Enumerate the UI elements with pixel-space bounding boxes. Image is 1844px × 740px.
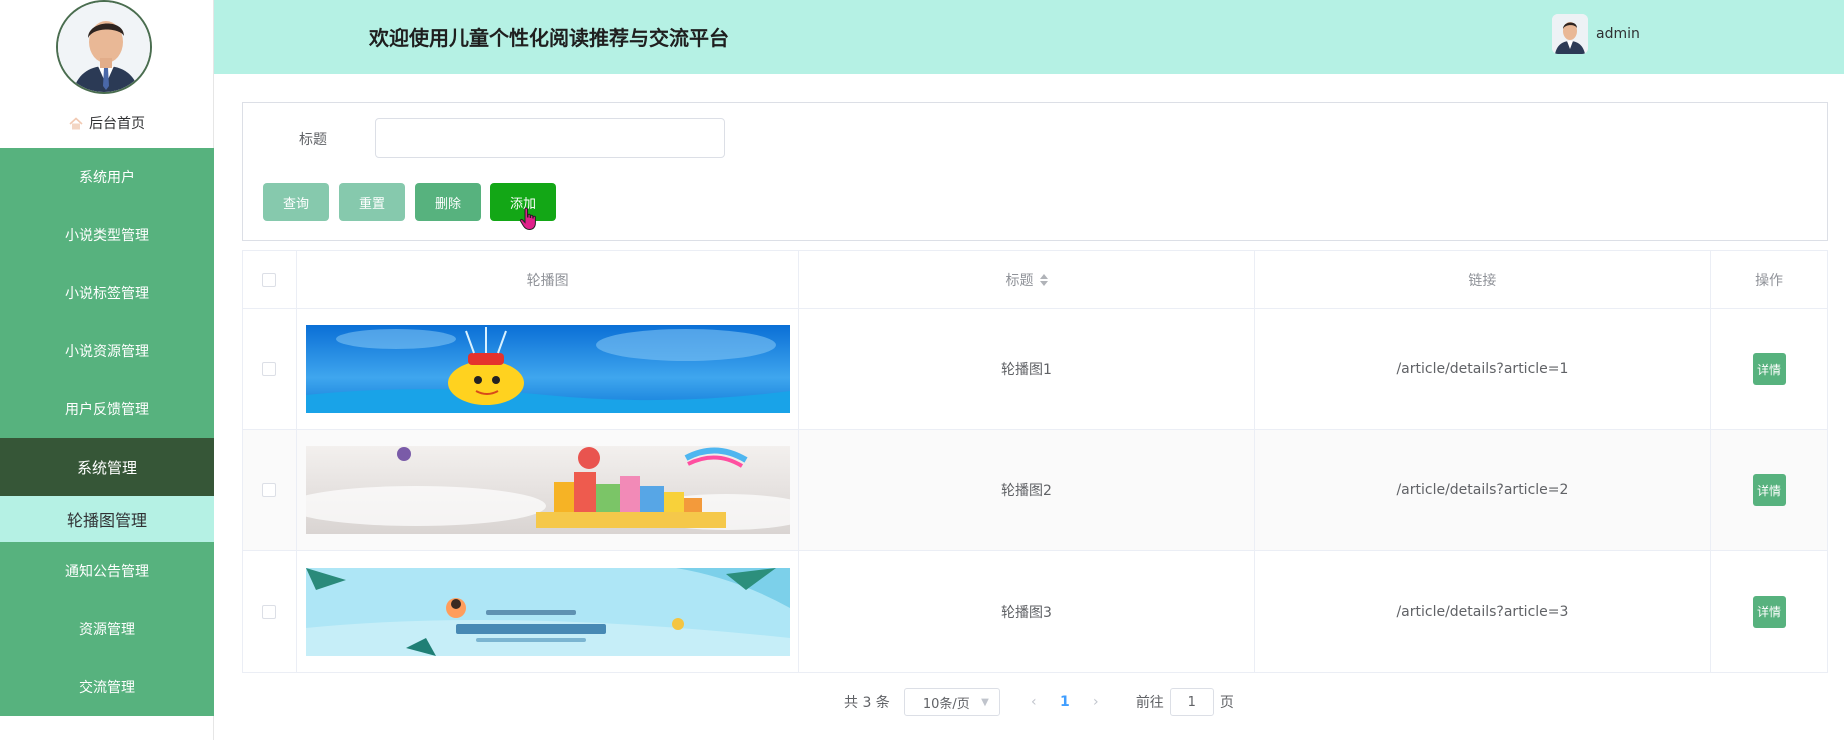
- sidebar-item-label: 系统管理: [76, 458, 137, 477]
- carousel-image-cell: [297, 309, 800, 429]
- sidebar-item-system-users[interactable]: 系统用户: [0, 148, 214, 206]
- select-all-checkbox[interactable]: [262, 272, 277, 287]
- row-checkbox[interactable]: [262, 362, 277, 376]
- row-select-cell: [243, 551, 297, 672]
- page-title: 欢迎使用儿童个性化阅读推荐与交流平台: [369, 26, 729, 50]
- page-size-value: 10条/页: [922, 696, 970, 712]
- title-filter-input[interactable]: [375, 118, 725, 158]
- search-panel: 标题 查询 重置 删除 添加: [242, 102, 1828, 241]
- page-jump: 前往 页: [1136, 688, 1234, 716]
- carousel-banner-image[interactable]: [305, 567, 790, 656]
- detail-button[interactable]: 详情: [1752, 353, 1786, 385]
- sidebar-item-label: 资源管理: [79, 622, 135, 638]
- row-title: 轮播图1: [799, 309, 1255, 429]
- row-operation-cell: 详情: [1711, 430, 1827, 550]
- row-checkbox[interactable]: [262, 483, 277, 497]
- avatar[interactable]: [1552, 14, 1588, 54]
- chevron-left-icon[interactable]: ‹: [1020, 688, 1048, 716]
- sidebar-item-system-management[interactable]: 系统管理: [0, 438, 214, 496]
- sidebar-item-label: 小说标签管理: [65, 286, 149, 302]
- row-operation-cell: 详情: [1711, 551, 1827, 672]
- row-title: 轮播图3: [799, 551, 1255, 672]
- row-select-cell: [243, 430, 297, 550]
- sidebar: 后台首页 系统用户 小说类型管理 小说标签管理 小说资源管理 用户反馈管理 系统…: [0, 0, 214, 740]
- sidebar-item-novel-types[interactable]: 小说类型管理: [0, 206, 214, 264]
- sidebar-home-label: 后台首页: [89, 116, 145, 132]
- row-operation-cell: 详情: [1711, 309, 1827, 429]
- sidebar-item-label: 轮播图管理: [66, 511, 147, 530]
- sidebar-item-label: 用户反馈管理: [65, 402, 149, 418]
- pagination-total: 共 3 条: [844, 695, 890, 711]
- sidebar-menu: 系统用户 小说类型管理 小说标签管理 小说资源管理 用户反馈管理 系统管理 轮播…: [0, 148, 214, 716]
- sidebar-item-notice-management[interactable]: 通知公告管理: [0, 542, 214, 600]
- sidebar-item-exchange-management[interactable]: 交流管理: [0, 658, 214, 716]
- table-row: 轮播图2 /article/details?article=2 详情: [243, 430, 1827, 551]
- sidebar-item-novel-resources[interactable]: 小说资源管理: [0, 322, 214, 380]
- username-label: admin: [1596, 26, 1640, 42]
- title-filter-label: 标题: [299, 132, 327, 148]
- select-all-cell: [243, 251, 297, 308]
- carousel-image-cell: [297, 551, 800, 672]
- table-header-row: 轮播图 标题 链接 操作: [243, 251, 1827, 309]
- sidebar-item-label: 通知公告管理: [65, 564, 149, 580]
- carousel-table: 轮播图 标题 链接 操作 轮播图1 /article/details?artic…: [242, 250, 1828, 673]
- table-row: 轮播图3 /article/details?article=3 详情: [243, 551, 1827, 672]
- sidebar-item-label: 小说资源管理: [65, 344, 149, 360]
- chevron-down-icon: ▼: [981, 696, 989, 708]
- avatar-portrait-icon: [58, 2, 150, 92]
- row-title: 轮播图2: [799, 430, 1255, 550]
- row-link: /article/details?article=1: [1255, 309, 1712, 429]
- page-jump-input[interactable]: [1169, 688, 1214, 716]
- sort-caret-icon[interactable]: [1039, 273, 1048, 286]
- user-menu[interactable]: admin: [1552, 14, 1640, 54]
- query-button[interactable]: 查询: [263, 183, 329, 221]
- sidebar-home-link[interactable]: 后台首页: [0, 112, 214, 134]
- page-size-select[interactable]: 10条/页 ▼: [903, 688, 1000, 716]
- delete-button[interactable]: 删除: [415, 183, 481, 221]
- sidebar-item-label: 小说类型管理: [65, 228, 149, 244]
- sidebar-item-label: 系统用户: [79, 170, 135, 186]
- column-header-operation: 操作: [1755, 272, 1784, 289]
- carousel-banner-image[interactable]: [305, 446, 790, 534]
- add-button[interactable]: 添加: [490, 183, 556, 221]
- sidebar-item-label: 交流管理: [79, 680, 135, 696]
- column-header-title[interactable]: 标题: [799, 251, 1255, 308]
- page-jump-prefix: 前往: [1135, 695, 1164, 711]
- column-header-link: 链接: [1255, 251, 1712, 308]
- detail-button[interactable]: 详情: [1752, 474, 1786, 506]
- column-header-image: 轮播图: [297, 251, 800, 308]
- sidebar-item-user-feedback[interactable]: 用户反馈管理: [0, 380, 214, 438]
- detail-button[interactable]: 详情: [1752, 595, 1786, 628]
- row-checkbox[interactable]: [262, 604, 277, 619]
- row-select-cell: [243, 309, 297, 429]
- sidebar-item-novel-tags[interactable]: 小说标签管理: [0, 264, 214, 322]
- column-header-title-label: 标题: [1005, 272, 1034, 289]
- chevron-right-icon[interactable]: ›: [1082, 688, 1110, 716]
- table-row: 轮播图1 /article/details?article=1 详情: [243, 309, 1827, 430]
- row-link: /article/details?article=3: [1255, 551, 1712, 672]
- sidebar-item-resource-management[interactable]: 资源管理: [0, 600, 214, 658]
- pagination: 共 3 条 10条/页 ▼ ‹ 1 › 前往 页: [844, 688, 1234, 716]
- row-link: /article/details?article=2: [1255, 430, 1712, 550]
- home-icon: [69, 116, 83, 129]
- page-number-current[interactable]: 1: [1048, 688, 1082, 716]
- carousel-image-cell: [297, 430, 800, 550]
- sidebar-item-carousel-management[interactable]: 轮播图管理: [0, 496, 214, 542]
- sidebar-avatar: [56, 0, 152, 94]
- carousel-banner-image[interactable]: [305, 325, 790, 413]
- avatar-portrait-icon: [1552, 14, 1588, 54]
- page-jump-suffix: 页: [1219, 695, 1234, 711]
- top-header: 欢迎使用儿童个性化阅读推荐与交流平台 admin: [214, 0, 1844, 74]
- reset-button[interactable]: 重置: [339, 183, 405, 221]
